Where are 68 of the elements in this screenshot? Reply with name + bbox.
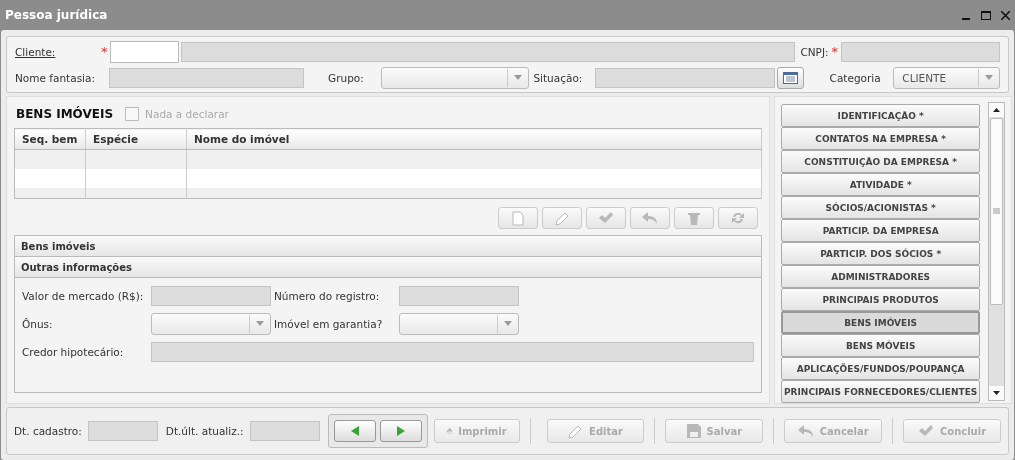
menu-item[interactable]: CONSTITUIÇÃO DA EMPRESA *	[781, 150, 981, 173]
pencil-icon	[568, 423, 584, 439]
dropdown-arrow-icon	[504, 321, 512, 326]
required-mark: *	[830, 44, 840, 59]
dropdown-arrow-icon	[985, 75, 993, 80]
menu-item[interactable]: PRINCIPAIS FORNECEDORES/CLIENTES	[781, 380, 981, 403]
pencil-icon	[554, 210, 570, 226]
menu-item[interactable]: ADMINISTRADORES	[781, 265, 981, 288]
check-icon	[917, 425, 934, 437]
left-arrow-icon	[350, 426, 359, 436]
garantia-dropdown[interactable]	[399, 312, 519, 335]
window-title: Pessoa jurídica	[5, 8, 108, 22]
cadastro-field	[87, 421, 158, 441]
menu-item[interactable]: PRINCIPAIS PRODUTOS	[781, 288, 981, 311]
close-icon[interactable]	[1001, 10, 1010, 20]
undo-arrow-icon	[642, 211, 658, 225]
onus-dropdown[interactable]	[151, 312, 271, 335]
client-code-field[interactable]	[110, 40, 180, 63]
column-header[interactable]: Seq. bem	[14, 128, 86, 150]
column-header[interactable]: Nome do imóvel	[186, 128, 762, 150]
panel-header[interactable]: Outras informações	[14, 256, 762, 277]
undo-arrow-icon	[797, 424, 814, 438]
cadastro-label: Dt. cadastro:	[14, 425, 82, 437]
menu-item[interactable]: IDENTIFICAÇÃO *	[781, 104, 981, 127]
document-icon	[512, 210, 524, 226]
numero-label: Número do registro:	[274, 289, 381, 302]
credor-label: Credor hipotecário:	[22, 345, 125, 358]
column-header[interactable]: Espécie	[85, 128, 187, 150]
dropdown-arrow-icon	[514, 75, 523, 80]
menu-item[interactable]: APLICAÇÕES/FUNDOS/POUPANÇA	[781, 357, 981, 380]
grupo-label: Grupo:	[328, 71, 365, 84]
refresh-icon	[731, 211, 745, 225]
previous-button[interactable]	[333, 420, 376, 442]
grupo-dropdown[interactable]	[380, 66, 530, 89]
maximize-icon[interactable]	[981, 10, 991, 20]
categoria-dropdown[interactable]: CLIENTE	[893, 66, 1000, 89]
grip-icon	[993, 208, 1001, 215]
nome-fantasia-label: Nome fantasia:	[15, 71, 96, 84]
cnpj-label: CNPJ:	[800, 45, 829, 58]
dropdown-arrow-icon	[256, 321, 264, 326]
cliente-label[interactable]: Cliente:	[15, 45, 98, 58]
section-title: BENS IMÓVEIS	[16, 107, 114, 121]
trash-icon	[688, 210, 700, 226]
atualiz-field	[249, 421, 320, 441]
menu-item[interactable]: BENS IMÓVEIS	[781, 311, 981, 334]
valor-label: Valor de mercado (R$):	[22, 289, 145, 302]
menu-item[interactable]: CONTATOS NA EMPRESA *	[781, 127, 981, 150]
check-icon	[598, 212, 614, 224]
next-button[interactable]	[379, 420, 422, 442]
onus-label: Ônus:	[22, 317, 54, 330]
scrollbar[interactable]	[988, 102, 1005, 401]
menu-item[interactable]: SÓCIOS/ACIONISTAS *	[781, 196, 981, 219]
menu-item[interactable]: BENS MÓVEIS	[781, 334, 981, 357]
scroll-down-icon[interactable]	[993, 391, 1001, 395]
nada-a-declarar-label: Nada a declarar	[145, 108, 229, 120]
garantia-label: Imóvel em garantia?	[274, 317, 384, 330]
right-arrow-icon	[396, 426, 405, 436]
menu-item[interactable]: ATIVIDADE *	[781, 173, 981, 196]
categoria-label: Categoria	[829, 71, 882, 84]
scroll-up-icon[interactable]	[993, 108, 1001, 112]
calendar-button[interactable]	[776, 66, 804, 89]
calendar-icon	[782, 71, 798, 84]
menu-item[interactable]: PARTICIP. DOS SÓCIOS *	[781, 242, 981, 265]
required-mark: *	[100, 44, 109, 59]
atualiz-label: Dt.últ. atualiz.:	[165, 425, 244, 437]
menu-item[interactable]: PARTICIP. DA EMPRESA	[781, 219, 981, 242]
panel-header[interactable]: Bens imóveis	[14, 235, 762, 256]
situacao-label: Situação:	[533, 71, 584, 84]
